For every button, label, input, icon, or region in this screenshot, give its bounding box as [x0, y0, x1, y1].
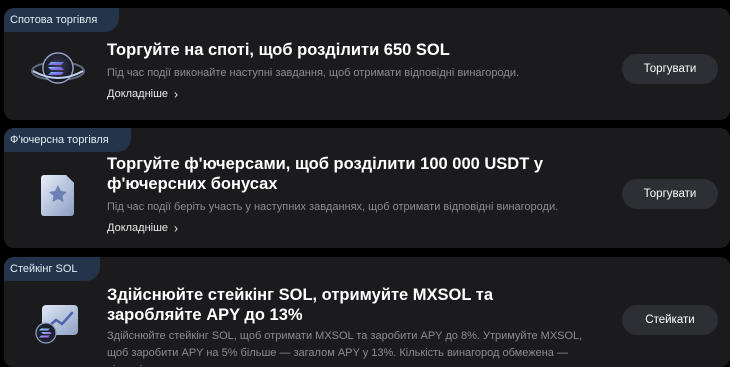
chevron-right-icon: › [174, 86, 179, 102]
card-title: Здійснюйте стейкінг SOL, отримуйте MXSOL… [107, 286, 494, 324]
learn-more-link[interactable]: Докладніше › [107, 86, 179, 102]
staking-card-icon [30, 295, 86, 351]
card-title: Торгуйте на споті, щоб розділити 650 SOL [107, 41, 450, 59]
card-tag: Ф'ючерсна торгівля [4, 128, 131, 152]
card-title: Торгуйте ф'ючерсами, щоб розділити 100 0… [107, 155, 544, 193]
learn-more-link[interactable]: Докладніше › [107, 220, 179, 236]
solana-coin-icon [30, 41, 86, 97]
trade-button[interactable]: Торгувати [622, 54, 718, 84]
sol-staking-card: Стейкінг SOL Здійснюйте стейкінг SOL, от… [4, 257, 730, 367]
card-description: Під час події виконайте наступні завданн… [107, 67, 520, 79]
spot-trading-card: Спотова торгівля Торгуйте на споті, щоб … [4, 8, 730, 120]
stake-button[interactable]: Стейкати [622, 305, 718, 335]
card-tag: Спотова торгівля [4, 8, 120, 32]
learn-more-label: Докладніше [107, 222, 169, 234]
card-description: Здійснюйте стейкінг SOL, щоб отримати MX… [107, 330, 583, 367]
card-tag: Стейкінг SOL [4, 257, 100, 281]
chevron-right-icon: › [174, 220, 179, 236]
futures-trading-card: Ф'ючерсна торгівля Торгуйте ф'ючерсами, … [4, 128, 730, 248]
trade-button[interactable]: Торгувати [622, 179, 718, 209]
futures-card-icon [30, 165, 86, 221]
card-description: Під час події беріть участь у наступних … [107, 201, 559, 213]
learn-more-label: Докладніше [107, 88, 169, 100]
